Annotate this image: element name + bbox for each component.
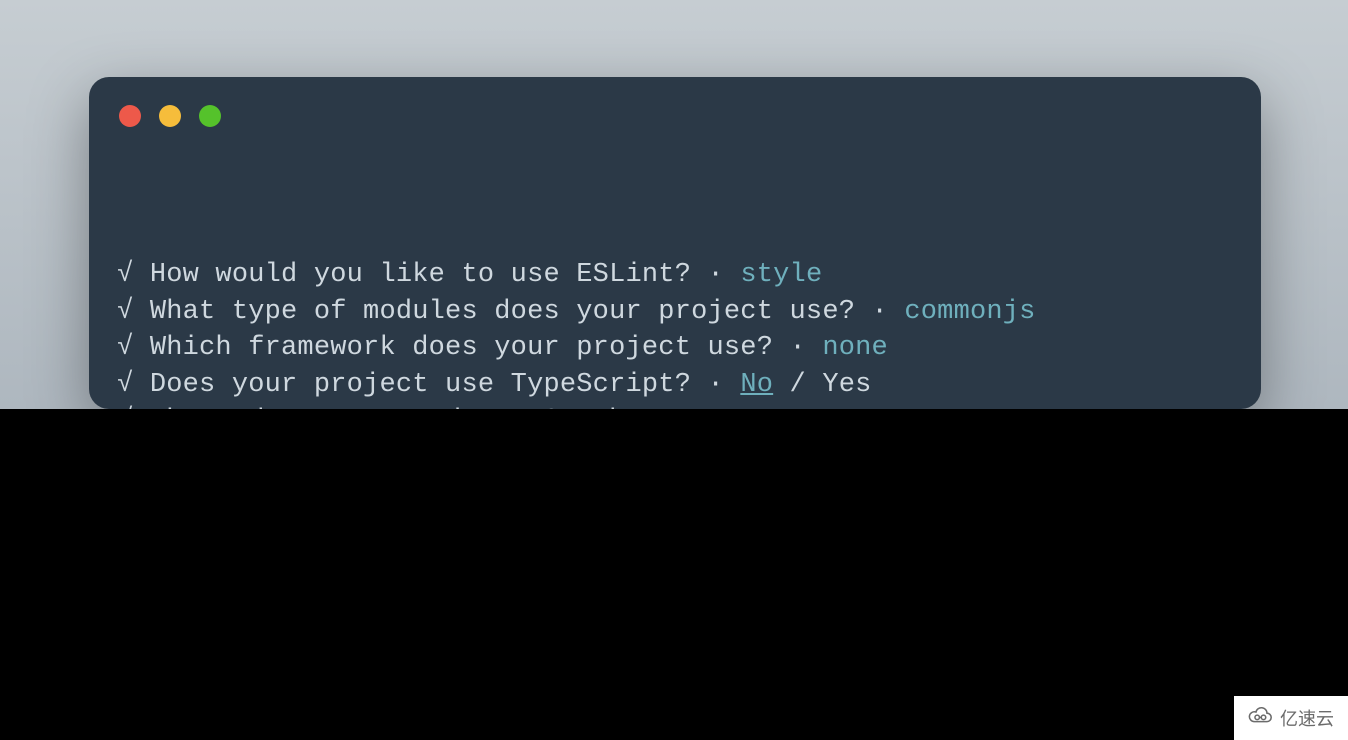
separator: · — [691, 260, 740, 290]
question-text: Does your project use TypeScript? — [150, 370, 691, 400]
terminal-output: √ How would you like to use ESLint? · st… — [117, 257, 1233, 409]
watermark-text: 亿速云 — [1280, 705, 1334, 731]
answer-text: No — [740, 370, 773, 400]
check-icon: √ — [117, 260, 133, 290]
watermark-badge: 亿速云 — [1234, 696, 1348, 740]
answer-text: none — [822, 333, 888, 363]
window-traffic-lights — [119, 105, 221, 127]
prompt-line: √ What type of modules does your project… — [117, 294, 1233, 331]
minimize-icon[interactable] — [159, 105, 181, 127]
question-text: Which framework does your project use? — [150, 333, 773, 363]
answer-text: style — [740, 260, 822, 290]
question-text: How would you like to use ESLint? — [150, 260, 691, 290]
separator: · — [691, 370, 740, 400]
check-icon: √ — [117, 297, 133, 327]
question-text: What type of modules does your project u… — [150, 297, 855, 327]
answer-suffix: / Yes — [773, 370, 871, 400]
maximize-icon[interactable] — [199, 105, 221, 127]
close-icon[interactable] — [119, 105, 141, 127]
separator: · — [773, 333, 822, 363]
cloud-icon — [1246, 705, 1274, 732]
lower-black-region — [0, 409, 1348, 740]
prompt-line: √ How would you like to use ESLint? · st… — [117, 257, 1233, 294]
prompt-line: √ Which framework does your project use?… — [117, 330, 1233, 367]
terminal-window: √ How would you like to use ESLint? · st… — [89, 77, 1261, 409]
answer-text: commonjs — [904, 297, 1035, 327]
separator: · — [855, 297, 904, 327]
prompt-line: √ Does your project use TypeScript? · No… — [117, 367, 1233, 404]
check-icon: √ — [117, 333, 133, 363]
check-icon: √ — [117, 370, 133, 400]
